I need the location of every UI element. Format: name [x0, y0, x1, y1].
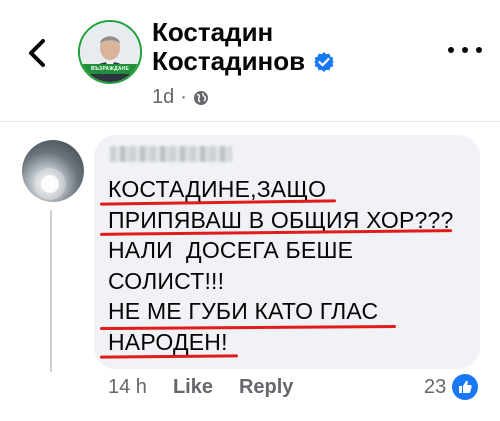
reply-button[interactable]: Reply [239, 376, 293, 399]
divider [0, 121, 500, 122]
author-first-name: Костадин [152, 17, 274, 47]
comment-line: НАРОДЕН! [108, 328, 228, 355]
post-timestamp[interactable]: 1d [152, 86, 174, 109]
comment-timestamp[interactable]: 14 h [108, 376, 147, 399]
globe-icon [193, 90, 208, 105]
commenter-photo [34, 168, 66, 200]
meta-separator: · [180, 86, 187, 108]
comment-line: НЕ МЕ ГУБИ КАТО ГЛАС [108, 298, 379, 324]
dot-icon [476, 47, 482, 53]
post-meta: 1d · [152, 86, 209, 109]
comment-actions: 14 h Like Reply [108, 376, 319, 399]
like-button[interactable]: Like [173, 376, 213, 399]
more-options-button[interactable] [448, 38, 482, 62]
like-reaction-icon [452, 374, 479, 400]
back-button[interactable] [22, 36, 52, 70]
commenter-name-redacted[interactable] [110, 146, 232, 162]
comment-line: НАЛИ ДОСЕГА БЕШЕ [108, 237, 354, 263]
author-last-name: Костадинов [152, 46, 306, 76]
comment-line: СОЛИСТ!!! [108, 267, 225, 294]
reaction-count: 23 [424, 375, 447, 398]
avatar-badge: ВЪЗРАЖДАНЕ [80, 64, 140, 74]
author-avatar[interactable]: ВЪЗРАЖДАНЕ [78, 20, 142, 84]
thread-line [50, 210, 52, 372]
dot-icon [448, 47, 454, 53]
chevron-left-icon [29, 39, 45, 67]
commenter-avatar[interactable] [22, 140, 84, 202]
author-name[interactable]: Костадин Костадинов [152, 18, 335, 76]
reaction-summary[interactable]: 23 [424, 374, 479, 400]
dot-icon [462, 47, 468, 53]
verified-badge-icon [314, 51, 335, 72]
